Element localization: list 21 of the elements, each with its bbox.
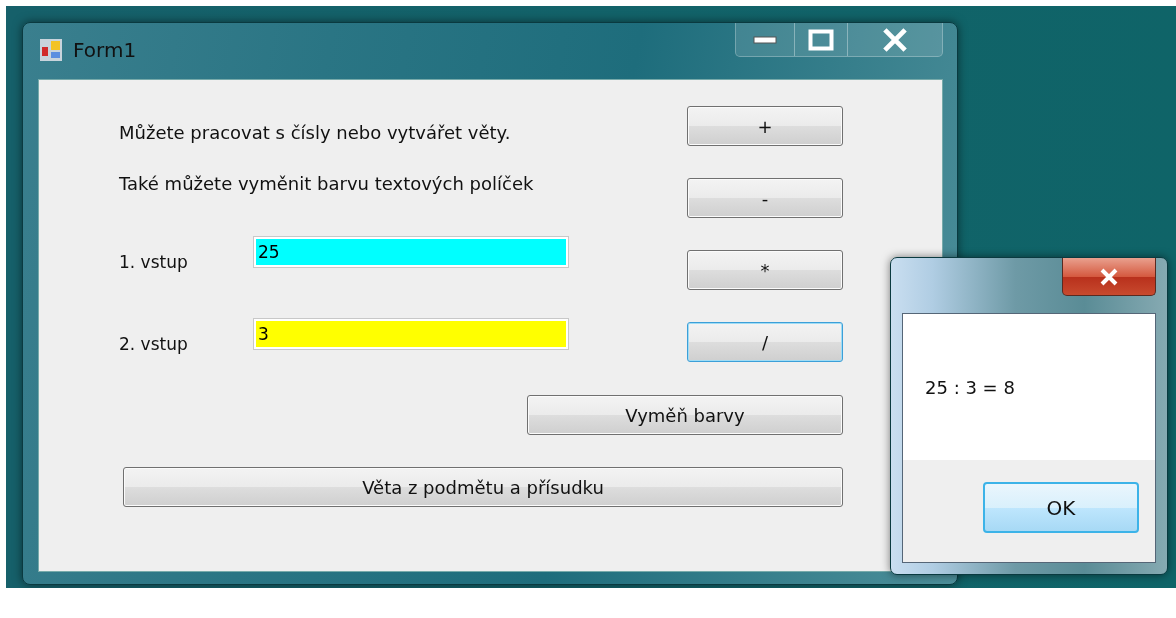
info-text: Také můžete vyměnit barvu textových políček [119,173,535,194]
input-label: 1. vstup [119,252,189,272]
input-field[interactable]: 3 [253,318,569,350]
operator-button[interactable]: + [687,106,843,146]
operator-button[interactable]: / [687,322,843,362]
message-text: 25 : 3 = 8 [925,376,1015,398]
minimize-icon[interactable] [753,35,777,44]
window-title: Form1 [73,38,137,62]
ok-button[interactable]: OK [983,482,1139,533]
sentence-button[interactable]: Věta z podmětu a přísudku [123,467,843,507]
dialog-close-button[interactable] [1062,258,1156,296]
operator-button[interactable]: * [687,250,843,290]
close-icon[interactable] [1098,266,1120,287]
maximize-icon[interactable] [808,28,834,51]
swap-colors-button[interactable]: Vyměň barvy [527,395,843,435]
input-field[interactable]: 25 [253,236,569,268]
info-text: Můžete pracovat s čísly nebo vytvářet věty. [119,122,512,143]
operator-button[interactable]: - [687,178,843,218]
input-label: 2. vstup [119,334,189,354]
close-icon[interactable] [883,27,907,52]
app-icon [39,38,63,62]
